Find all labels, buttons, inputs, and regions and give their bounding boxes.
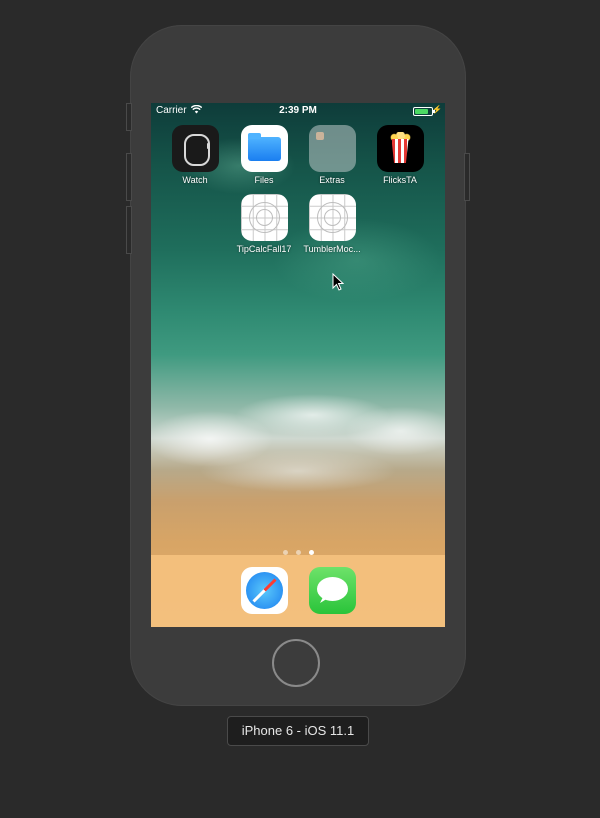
popcorn-icon [376,125,424,172]
app-label: Extras [319,175,345,185]
app-folder-extras[interactable]: Extras [302,125,362,185]
messages-icon [308,567,356,614]
home-button[interactable] [272,639,320,687]
safari-icon [240,567,288,614]
mouse-cursor-icon [332,272,345,296]
charging-bolt-icon: ⚡ [432,105,442,114]
watch-icon [171,125,219,172]
status-time: 2:39 PM [279,105,317,116]
dock-app-safari[interactable] [234,567,294,614]
app-tipcalc[interactable]: TipCalcFall17 [234,194,294,254]
app-label: TumblerMoc... [303,244,361,254]
battery-icon [413,107,435,116]
home-screen: Carrier 2:39 PM ⚡ Watch Files Extras Fli… [151,103,445,627]
simulator-device-label: iPhone 6 - iOS 11.1 [227,716,369,746]
dock-app-messages[interactable] [302,567,362,614]
app-label: Watch [182,175,208,185]
power-button [464,153,470,201]
app-label: Files [254,175,274,185]
status-bar: Carrier 2:39 PM ⚡ [151,103,445,119]
blank-app-icon [240,194,288,241]
app-label: FlicksTA [383,175,417,185]
wallpaper-foam [151,343,445,503]
ringer-switch [126,103,132,131]
app-label: TipCalcFall17 [236,244,292,254]
app-files[interactable]: Files [234,125,294,185]
dock [151,555,445,627]
folder-icon [308,125,356,172]
app-watch[interactable]: Watch [165,125,225,185]
volume-up-button [126,153,132,201]
files-icon [240,125,288,172]
app-tumbler[interactable]: TumblerMoc... [302,194,362,254]
volume-down-button [126,206,132,254]
app-flicksta[interactable]: FlicksTA [370,125,430,185]
blank-app-icon [308,194,356,241]
